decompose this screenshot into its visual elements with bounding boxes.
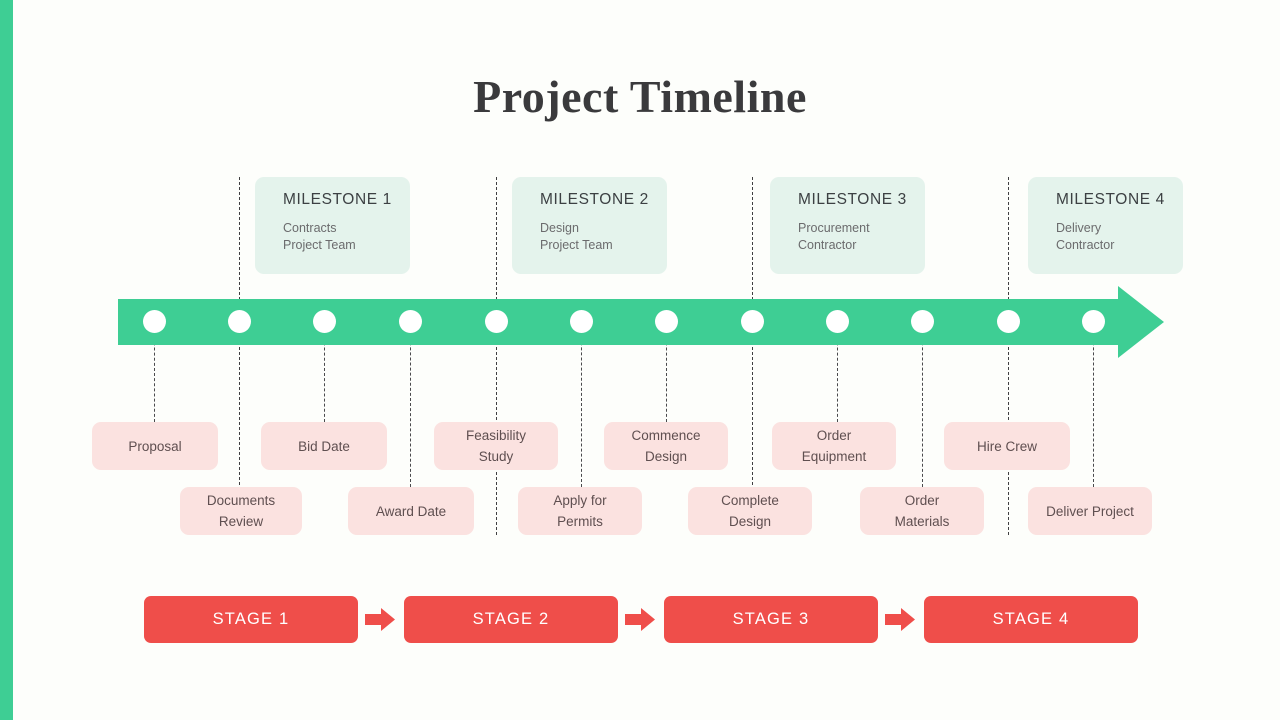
node-connector-line-12	[1093, 321, 1094, 487]
timeline-node-3[interactable]	[312, 310, 336, 333]
milestone-card-4[interactable]: MILESTONE 4 Delivery Contractor	[1028, 177, 1183, 274]
timeline-node-12[interactable]	[1081, 310, 1105, 333]
task-chip-top-2[interactable]: Bid Date	[261, 422, 387, 470]
timeline-node-9[interactable]	[825, 310, 849, 333]
node-connector-line-10	[922, 321, 923, 487]
task-chip-bottom-label-5: Order Materials	[894, 493, 950, 529]
milestone-title-4: MILESTONE 4	[1056, 191, 1165, 208]
stage-button-1[interactable]: STAGE 1	[144, 596, 358, 643]
timeline-node-2[interactable]	[227, 310, 251, 333]
task-chip-bottom-6[interactable]: Deliver Project	[1028, 487, 1152, 535]
task-chip-top-label-5: Order Equipment	[801, 428, 867, 464]
task-chip-top-label-3: Feasibility Study	[465, 428, 527, 464]
milestone-title-3: MILESTONE 3	[798, 191, 907, 208]
milestone-detail-3: Procurement Contractor	[798, 221, 870, 252]
milestone-card-1[interactable]: MILESTONE 1 Contracts Project Team	[255, 177, 410, 274]
slide-canvas: Project Timeline MILESTONE 1 Contracts Pro…	[0, 0, 1280, 720]
milestone-detail-4: Delivery Contractor	[1056, 221, 1115, 252]
page-title: Project Timeline	[473, 71, 807, 122]
task-chip-top-3[interactable]: Feasibility Study	[434, 422, 558, 470]
node-connector-line-6	[581, 321, 582, 487]
milestone-connector-line-2	[496, 177, 497, 535]
task-chip-top-6[interactable]: Hire Crew	[944, 422, 1070, 470]
milestone-detail-2: Design Project Team	[540, 221, 613, 252]
stage-arrow-1-2-icon	[365, 608, 395, 631]
milestone-title-2: MILESTONE 2	[540, 191, 649, 208]
stage-arrow-3-4-icon	[885, 608, 915, 631]
task-chip-top-label-4: Commence Design	[631, 428, 701, 464]
timeline-node-6[interactable]	[569, 310, 593, 333]
milestone-detail-1: Contracts Project Team	[283, 221, 356, 252]
task-chip-bottom-5[interactable]: Order Materials	[860, 487, 984, 535]
timeline-node-5[interactable]	[484, 310, 508, 333]
timeline-arrow-head-icon	[1118, 286, 1164, 358]
node-connector-line-4	[410, 321, 411, 487]
timeline-node-1[interactable]	[142, 310, 166, 333]
milestone-card-2[interactable]: MILESTONE 2 Design Project Team	[512, 177, 667, 274]
task-chip-bottom-label-3: Apply for Permits	[553, 493, 607, 529]
task-chip-top-label-6: Hire Crew	[976, 438, 1037, 454]
timeline-node-8[interactable]	[740, 310, 764, 333]
task-chip-bottom-1[interactable]: Documents Review	[180, 487, 302, 535]
timeline-bar	[118, 299, 1118, 345]
timeline-node-7[interactable]	[654, 310, 678, 333]
task-chip-top-5[interactable]: Order Equipment	[772, 422, 896, 470]
stage-arrow-2-3-icon	[625, 608, 655, 631]
milestone-connector-line-3	[752, 177, 753, 535]
milestone-connector-line-1	[239, 177, 240, 535]
stage-button-2[interactable]: STAGE 2	[404, 596, 618, 643]
task-chip-top-label-1: Proposal	[128, 438, 182, 454]
task-chip-top-label-2: Bid Date	[298, 438, 350, 454]
task-chip-bottom-3[interactable]: Apply for Permits	[518, 487, 642, 535]
task-chip-bottom-label-4: Complete Design	[721, 493, 779, 529]
task-chip-top-4[interactable]: Commence Design	[604, 422, 728, 470]
timeline-node-11[interactable]	[996, 310, 1020, 333]
timeline-node-4[interactable]	[398, 310, 422, 333]
milestone-connector-line-4	[1008, 177, 1009, 535]
task-chip-bottom-4[interactable]: Complete Design	[688, 487, 812, 535]
milestone-title-1: MILESTONE 1	[283, 191, 392, 208]
milestone-card-3[interactable]: MILESTONE 3 Procurement Contractor	[770, 177, 925, 274]
task-chip-bottom-label-2: Award Date	[375, 503, 447, 519]
task-chip-top-1[interactable]: Proposal	[92, 422, 218, 470]
stage-button-3[interactable]: STAGE 3	[664, 596, 878, 643]
task-chip-bottom-label-1: Documents Review	[206, 493, 276, 529]
task-chip-bottom-2[interactable]: Award Date	[348, 487, 474, 535]
task-chip-bottom-label-6: Deliver Project	[1046, 503, 1134, 519]
timeline-node-10[interactable]	[910, 310, 934, 333]
stage-button-4[interactable]: STAGE 4	[924, 596, 1138, 643]
